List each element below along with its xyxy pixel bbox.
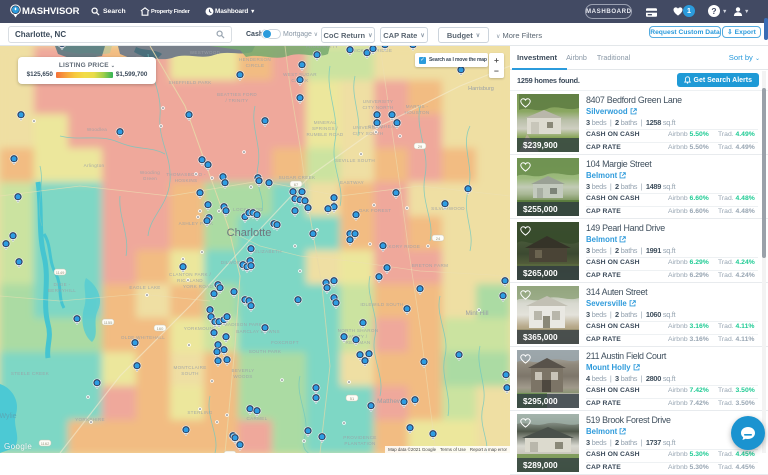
svg-text:BEVERLY: BEVERLY	[232, 368, 255, 373]
svg-text:1155: 1155	[104, 320, 113, 325]
svg-text:CLANTON PARK /: CLANTON PARK /	[169, 272, 211, 277]
svg-text:/ TRINITY: / TRINITY	[225, 98, 248, 103]
svg-text:RICHLAND: RICHLAND	[177, 278, 203, 283]
svg-text:IDLEWILD SOUTH: IDLEWILD SOUTH	[360, 302, 403, 307]
svg-text:BRETON FARM: BRETON FARM	[412, 263, 448, 268]
svg-text:1162: 1162	[41, 441, 50, 446]
svg-text:67: 67	[294, 182, 299, 187]
svg-text:HENDERSON: HENDERSON	[239, 57, 271, 62]
svg-text:SOUTH PARK: SOUTH PARK	[249, 349, 282, 354]
svg-text:MARTIS -: MARTIS -	[406, 104, 429, 109]
svg-text:BEATTIES FORD: BEATTIES FORD	[217, 92, 257, 97]
svg-text:OLDE WHITEHALL: OLDE WHITEHALL	[121, 335, 165, 340]
svg-text:UNIVERSITY: UNIVERSITY	[363, 99, 394, 104]
svg-text:MADISON PARK: MADISON PARK	[224, 322, 263, 327]
svg-text:Mint Hill: Mint Hill	[465, 310, 489, 317]
svg-text:OAK FOREST: OAK FOREST	[359, 208, 392, 213]
svg-text:HOSKINS: HOSKINS	[175, 178, 198, 183]
svg-text:SUGAR CREEK: SUGAR CREEK	[279, 175, 316, 180]
svg-text:PROSPERITY: PROSPERITY	[306, 46, 339, 49]
svg-text:WOODS: WOODS	[233, 374, 252, 379]
svg-text:NORTH SHARON: NORTH SHARON	[338, 328, 379, 333]
svg-text:EAGLE LAKE: EAGLE LAKE	[129, 285, 160, 290]
svg-text:THOMASBORO -: THOMASBORO -	[166, 172, 206, 177]
svg-text:PROVIDENCE: PROVIDENCE	[343, 435, 376, 440]
svg-text:PLANTATION: PLANTATION	[344, 441, 375, 446]
svg-text:DIXIE -: DIXIE -	[54, 282, 71, 287]
svg-text:FOXCROFT: FOXCROFT	[271, 340, 299, 345]
svg-text:RUMBLE ROAD: RUMBLE ROAD	[307, 132, 344, 137]
svg-text:24: 24	[436, 236, 441, 241]
svg-text:1149: 1149	[56, 270, 65, 275]
svg-text:Green: Green	[143, 176, 157, 181]
svg-text:Woodlea: Woodlea	[87, 127, 107, 132]
svg-text:CIRCLE: CIRCLE	[246, 63, 265, 68]
svg-text:STEELE CREEK: STEELE CREEK	[11, 371, 50, 376]
svg-text:Arlington: Arlington	[84, 163, 105, 168]
svg-text:BARCLAY DOWNS: BARCLAY DOWNS	[236, 329, 280, 334]
svg-text:MONTCLAIRE: MONTCLAIRE	[173, 365, 206, 370]
svg-text:CITY SOUTH: CITY SOUTH	[353, 131, 384, 136]
svg-text:SEVILLE SOUTH: SEVILLE SOUTH	[335, 158, 375, 163]
svg-text:Charlotte: Charlotte	[227, 227, 272, 239]
svg-text:CITY NORTH: CITY NORTH	[363, 105, 394, 110]
svg-text:SPRINGS /: SPRINGS /	[312, 126, 338, 131]
svg-text:Wooding: Wooding	[140, 170, 160, 175]
svg-text:Harrisburg: Harrisburg	[468, 86, 494, 92]
svg-text:WESTWOOD: WESTWOOD	[190, 50, 221, 55]
svg-text:Wylie: Wylie	[0, 413, 17, 420]
svg-text:BERRYHILL: BERRYHILL	[48, 288, 76, 293]
svg-text:51: 51	[350, 396, 355, 401]
svg-text:ELIZABETH: ELIZABETH	[254, 249, 282, 254]
svg-text:160: 160	[157, 326, 164, 331]
svg-text:YORK ROAD: YORK ROAD	[183, 284, 214, 289]
svg-text:EASTWAY: EASTWAY	[340, 180, 364, 185]
svg-text:SHEFFIELD PARK: SHEFFIELD PARK	[169, 80, 213, 85]
svg-text:MINERAL: MINERAL	[314, 120, 337, 125]
svg-text:HOUSTON: HOUSTON	[405, 110, 430, 115]
svg-text:29: 29	[418, 144, 423, 149]
svg-text:SOUTH: SOUTH	[181, 371, 199, 376]
